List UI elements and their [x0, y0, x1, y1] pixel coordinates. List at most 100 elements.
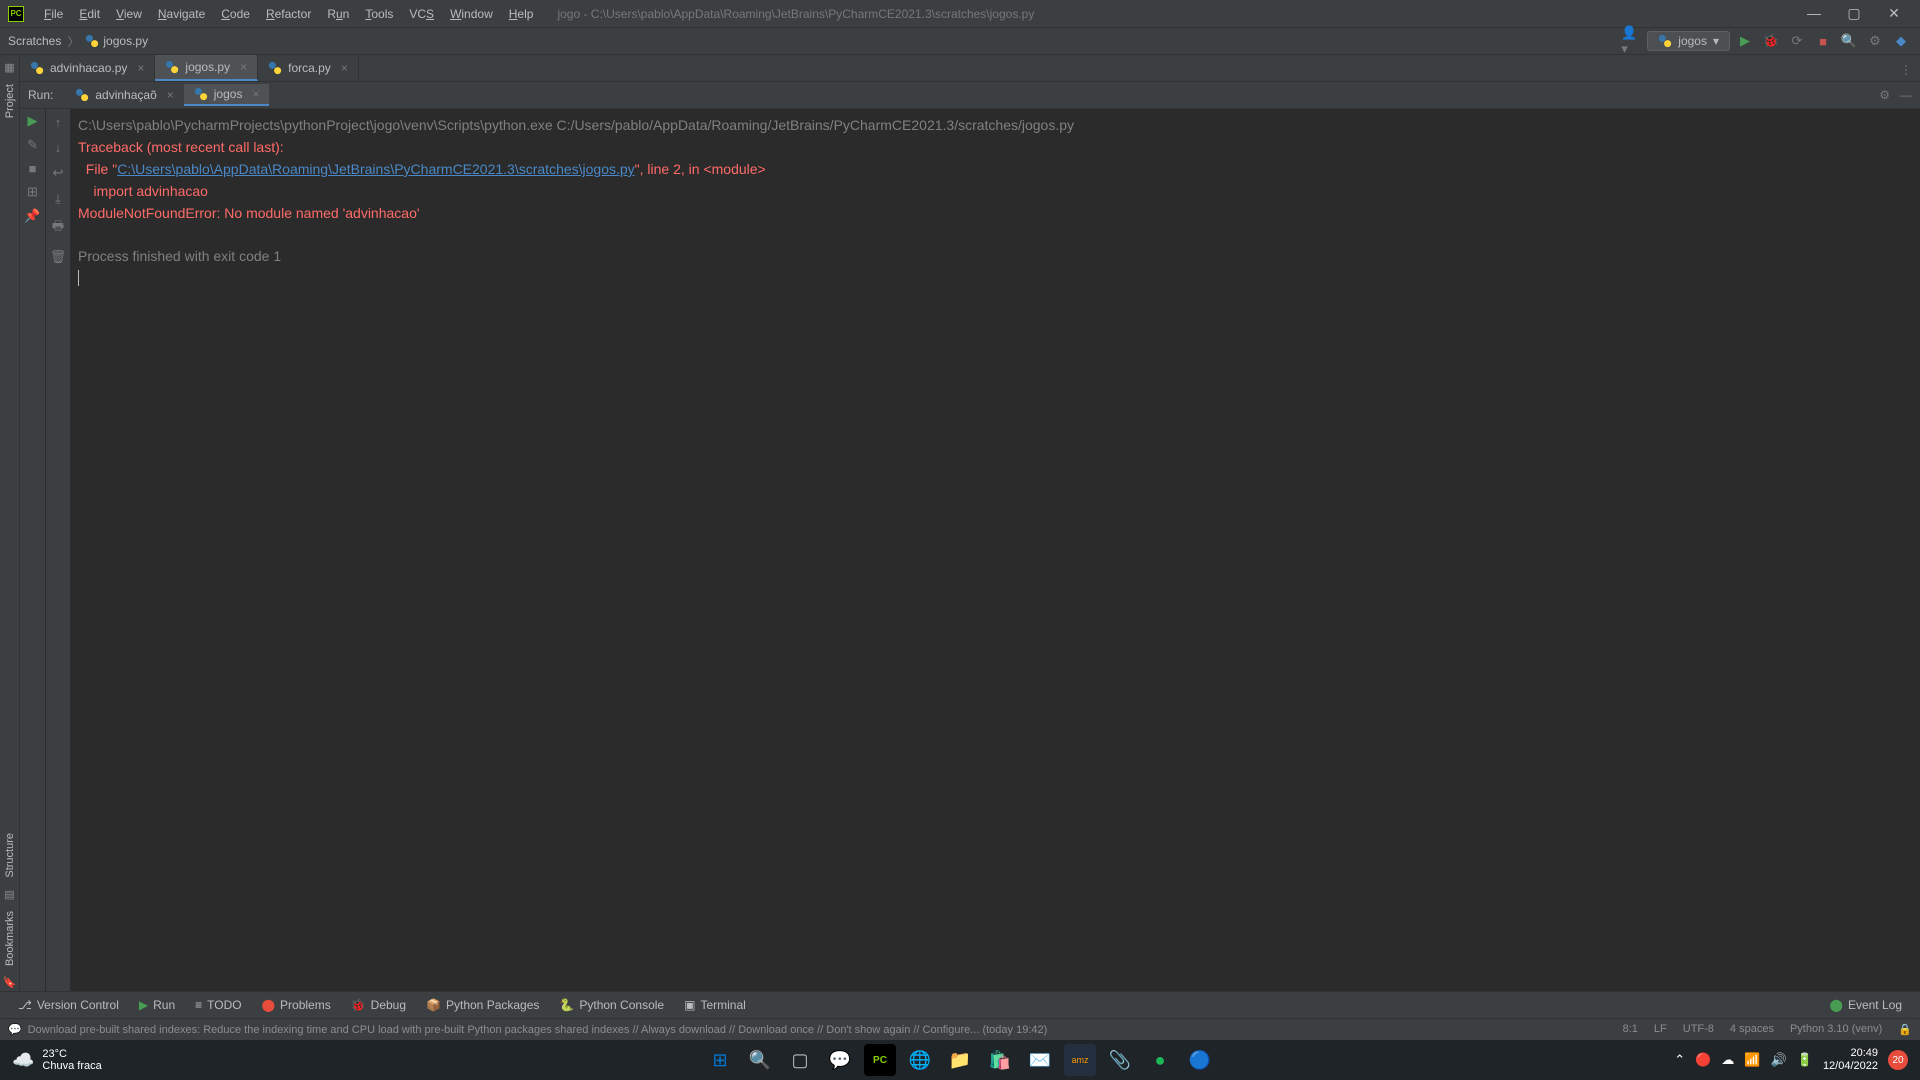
- bookmarks-tool-label[interactable]: Bookmarks: [4, 903, 16, 974]
- task-view-icon[interactable]: ▢: [784, 1044, 816, 1076]
- interpreter-info[interactable]: Python 3.10 (venv): [1790, 1023, 1882, 1036]
- stop-icon[interactable]: ■: [29, 161, 37, 176]
- console-output[interactable]: C:\Users\pablo\PycharmProjects\pythonPro…: [70, 109, 1920, 991]
- trash-icon[interactable]: 🗑: [50, 249, 67, 265]
- edge-icon[interactable]: 🌐: [904, 1044, 936, 1076]
- editor-tab-jogos[interactable]: jogos.py ×: [155, 55, 258, 81]
- down-icon[interactable]: ↓: [55, 140, 62, 155]
- edit-config-icon[interactable]: ✎: [27, 137, 38, 153]
- editor-tab-forca[interactable]: forca.py ×: [258, 55, 359, 81]
- close-button[interactable]: ✕: [1884, 5, 1904, 22]
- scroll-end-icon[interactable]: ⤓: [55, 191, 61, 207]
- tab-debug[interactable]: 🐞Debug: [341, 994, 416, 1016]
- tab-run[interactable]: ▶Run: [129, 994, 185, 1016]
- breadcrumb-file[interactable]: jogos.py: [103, 34, 148, 48]
- project-tool-icon[interactable]: ▦: [4, 61, 14, 74]
- ide-features-button[interactable]: ◆: [1890, 30, 1912, 52]
- notification-badge[interactable]: 20: [1888, 1050, 1908, 1070]
- close-tab-icon[interactable]: ×: [252, 87, 259, 101]
- menu-code[interactable]: Code: [213, 3, 258, 25]
- chat-icon[interactable]: 💬: [824, 1044, 856, 1076]
- caret-position[interactable]: 8:1: [1623, 1023, 1638, 1036]
- console-file-link[interactable]: C:\Users\pablo\AppData\Roaming\JetBrains…: [117, 161, 634, 177]
- tray-volume-icon[interactable]: 🔊: [1771, 1052, 1787, 1068]
- rerun-icon[interactable]: ▶: [28, 113, 38, 129]
- settings-button[interactable]: ⚙: [1864, 30, 1886, 52]
- notification-icon: ⬤: [1830, 998, 1843, 1012]
- menu-help[interactable]: Help: [501, 3, 542, 25]
- run-tab-advinhacao[interactable]: advinhaçaõ ×: [65, 85, 183, 105]
- run-settings-icon[interactable]: ⚙: [1879, 88, 1890, 102]
- menu-refactor[interactable]: Refactor: [258, 3, 319, 25]
- run-hide-icon[interactable]: —: [1900, 88, 1912, 102]
- taskbar-weather[interactable]: ☁️ 23°C Chuva fraca: [12, 1048, 102, 1072]
- up-icon[interactable]: ↑: [55, 115, 62, 130]
- search-button[interactable]: 🔍: [1838, 30, 1860, 52]
- maximize-button[interactable]: ▢: [1844, 5, 1864, 22]
- run-button[interactable]: ▶: [1734, 30, 1756, 52]
- user-icon[interactable]: 👤▾: [1621, 30, 1643, 52]
- tab-todo[interactable]: ≡TODO: [185, 994, 251, 1016]
- console-cursor: [78, 270, 79, 286]
- status-message[interactable]: Download pre-built shared indexes: Reduc…: [28, 1024, 1048, 1036]
- project-tool-label[interactable]: Project: [4, 76, 16, 126]
- lock-icon[interactable]: 🔒: [1898, 1023, 1912, 1036]
- menu-window[interactable]: Window: [442, 3, 501, 25]
- tab-problems[interactable]: ⬤Problems: [252, 994, 341, 1016]
- close-tab-icon[interactable]: ×: [240, 60, 247, 74]
- tab-python-packages[interactable]: 📦Python Packages: [416, 994, 549, 1016]
- menu-navigate[interactable]: Navigate: [150, 3, 213, 25]
- close-tab-icon[interactable]: ×: [167, 88, 174, 102]
- start-button[interactable]: ⊞: [704, 1044, 736, 1076]
- stop-button[interactable]: ■: [1812, 30, 1834, 52]
- spotify-icon[interactable]: ●: [1144, 1044, 1176, 1076]
- menu-file[interactable]: File: [36, 3, 71, 25]
- amazon-icon[interactable]: amz: [1064, 1044, 1096, 1076]
- store-icon[interactable]: 🛍️: [984, 1044, 1016, 1076]
- tab-python-console[interactable]: 🐍Python Console: [549, 994, 674, 1016]
- tray-app-icon[interactable]: 🔴: [1695, 1052, 1711, 1068]
- tray-chevron-icon[interactable]: ⌃: [1674, 1052, 1685, 1068]
- coverage-button[interactable]: ⟳: [1786, 30, 1808, 52]
- layout-icon[interactable]: ⊞: [27, 184, 38, 200]
- bookmarks-tool-icon[interactable]: 🔖: [3, 976, 17, 989]
- tab-event-log[interactable]: ⬤Event Log: [1820, 994, 1912, 1016]
- menu-view[interactable]: View: [108, 3, 150, 25]
- tab-terminal[interactable]: ▣Terminal: [674, 994, 756, 1016]
- tray-battery-icon[interactable]: 🔋: [1797, 1052, 1813, 1068]
- search-icon[interactable]: 🔍: [744, 1044, 776, 1076]
- mail-icon[interactable]: ✉️: [1024, 1044, 1056, 1076]
- pycharm-taskbar-icon[interactable]: PC: [864, 1044, 896, 1076]
- taskbar-clock[interactable]: 20:49 12/04/2022: [1823, 1047, 1878, 1073]
- close-tab-icon[interactable]: ×: [137, 61, 144, 75]
- notification-icon[interactable]: 💬: [8, 1023, 22, 1036]
- list-icon: ≡: [195, 998, 202, 1012]
- minimize-button[interactable]: —: [1804, 5, 1824, 22]
- print-icon[interactable]: 🖶: [52, 217, 64, 239]
- run-tab-jogos[interactable]: jogos ×: [184, 84, 270, 106]
- menu-vcs[interactable]: VCS: [401, 3, 442, 25]
- office-icon[interactable]: 📎: [1104, 1044, 1136, 1076]
- tabs-more-icon[interactable]: ⋮: [1892, 59, 1920, 81]
- indent-info[interactable]: 4 spaces: [1730, 1023, 1774, 1036]
- explorer-icon[interactable]: 📁: [944, 1044, 976, 1076]
- tray-wifi-icon[interactable]: 📶: [1744, 1052, 1760, 1068]
- breadcrumb-scratches[interactable]: Scratches: [8, 34, 61, 48]
- menu-edit[interactable]: Edit: [71, 3, 108, 25]
- editor-tab-advinhacao[interactable]: advinhacao.py ×: [20, 55, 155, 81]
- tray-onedrive-icon[interactable]: ☁: [1721, 1052, 1734, 1068]
- close-tab-icon[interactable]: ×: [341, 61, 348, 75]
- soft-wrap-icon[interactable]: ↩: [53, 165, 64, 181]
- tab-version-control[interactable]: ⎇Version Control: [8, 994, 129, 1016]
- run-config-selector[interactable]: jogos ▾: [1647, 31, 1730, 51]
- menu-tools[interactable]: Tools: [357, 3, 401, 25]
- menu-run[interactable]: Run: [319, 3, 357, 25]
- chrome-icon[interactable]: 🔵: [1184, 1044, 1216, 1076]
- structure-tool-icon[interactable]: ▤: [4, 888, 14, 901]
- file-encoding[interactable]: UTF-8: [1683, 1023, 1714, 1036]
- line-separator[interactable]: LF: [1654, 1023, 1667, 1036]
- pin-icon[interactable]: 📌: [24, 208, 40, 224]
- terminal-icon: ▣: [684, 998, 695, 1012]
- debug-button[interactable]: 🐞: [1760, 30, 1782, 52]
- structure-tool-label[interactable]: Structure: [4, 825, 16, 886]
